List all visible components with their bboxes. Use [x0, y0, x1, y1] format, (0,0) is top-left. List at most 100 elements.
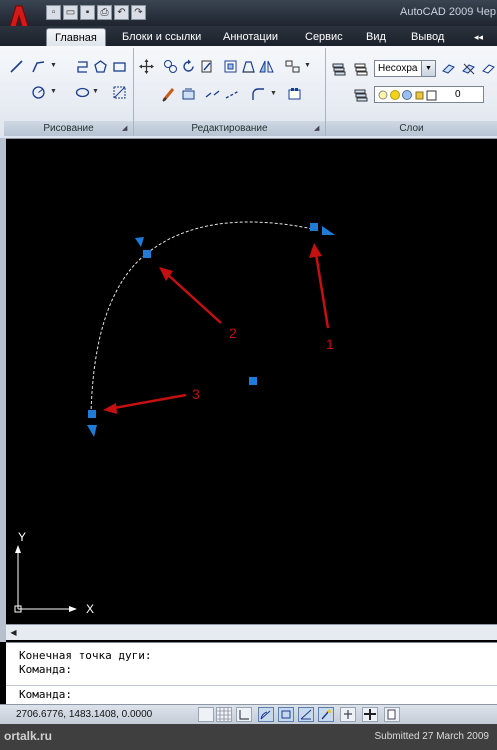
layers-panel-title: Слои	[326, 121, 497, 136]
submission-date: Submitted 27 March 2009	[374, 731, 489, 742]
ucs-icon	[14, 545, 77, 613]
chevron-down-icon[interactable]: ▼	[421, 61, 435, 76]
annotation-arrow-2	[159, 267, 222, 324]
tab-output[interactable]: Вывод	[411, 28, 444, 46]
polyline-icon[interactable]	[30, 58, 47, 75]
scale-icon[interactable]	[222, 58, 239, 75]
dynamic-input-icon[interactable]	[340, 707, 356, 722]
drawing-canvas[interactable]: 1 2 3 Y X	[6, 146, 497, 624]
save-icon[interactable]: ▪	[80, 5, 95, 20]
array-icon[interactable]	[284, 58, 301, 75]
join-icon[interactable]	[224, 86, 241, 103]
arc-grip-midpoint-2[interactable]	[143, 250, 151, 258]
fillet-icon[interactable]	[250, 86, 267, 103]
chevron-down-icon[interactable]: ▼	[50, 86, 57, 98]
current-layer-name: 0	[455, 89, 461, 100]
redo-icon[interactable]: ↷	[131, 5, 146, 20]
panel-expand-icon[interactable]: ◢	[122, 125, 130, 133]
ortho-mode-icon[interactable]	[236, 707, 252, 722]
properties-icon[interactable]	[286, 86, 303, 103]
open-file-icon[interactable]: ▭	[63, 5, 78, 20]
command-window: Конечная точка дуги: Команда: Команда:	[6, 642, 497, 705]
ribbon-tabs: Главная Блоки и ссылки Аннотации Сервис …	[0, 26, 497, 46]
layer-off-icon[interactable]	[460, 60, 477, 77]
arc-grip-endpoint-1[interactable]	[310, 223, 318, 231]
tab-blocks-references[interactable]: Блоки и ссылки	[122, 28, 201, 46]
ucs-x-label: X	[86, 602, 95, 616]
draw-panel: ▼ ▼ ▼ Рисование ◢	[4, 48, 134, 136]
quick-properties-icon[interactable]	[384, 707, 400, 722]
layer-dropdown[interactable]: 0	[374, 86, 484, 103]
explode-icon[interactable]	[180, 86, 197, 103]
break-icon[interactable]	[204, 86, 221, 103]
tab-view[interactable]: Вид	[366, 28, 386, 46]
scroll-left-icon[interactable]: ◀	[8, 627, 19, 638]
new-file-icon[interactable]: ▫	[46, 5, 61, 20]
command-history-line: Команда:	[19, 663, 72, 676]
layer-state-icons	[378, 90, 437, 101]
panel-expand-icon[interactable]: ◢	[314, 125, 322, 133]
layer-freeze-icon[interactable]	[480, 60, 497, 77]
layer-states-icon[interactable]	[352, 60, 369, 77]
lineweight-icon[interactable]	[362, 707, 378, 722]
polygon-icon[interactable]	[92, 58, 109, 75]
annotation-label-2: 2	[229, 325, 237, 341]
layer-state-value: Несохра	[378, 63, 418, 74]
line-icon[interactable]	[8, 58, 25, 75]
command-history-line: Конечная точка дуги:	[19, 649, 152, 662]
chevron-down-icon[interactable]: ▼	[304, 60, 311, 72]
dynamic-ucs-icon[interactable]	[318, 707, 334, 722]
annotation-arrow-1	[309, 243, 330, 329]
layer-walk-icon[interactable]	[352, 86, 369, 103]
title-bar: ▫ ▭ ▪ ⎙ ↶ ↷ AutoCAD 2009 Чер	[0, 0, 497, 42]
ellipse-icon[interactable]	[74, 84, 91, 101]
quick-access-toolbar: ▫ ▭ ▪ ⎙ ↶ ↷	[46, 5, 146, 20]
grid-display-icon[interactable]	[216, 707, 232, 722]
layer-isolate-icon[interactable]	[440, 60, 457, 77]
coordinate-readout: 2706.6776, 1483.1408, 0.0000	[16, 709, 153, 720]
object-snap-icon[interactable]	[278, 707, 294, 722]
annotation-label-1: 1	[326, 336, 334, 352]
layer-state-dropdown[interactable]: Несохра ▼	[374, 60, 436, 77]
arc-center-grip[interactable]	[249, 377, 257, 385]
tab-annotate[interactable]: Аннотации	[223, 28, 278, 46]
grip-direction-arrow[interactable]	[135, 237, 144, 247]
snap-mode-icon[interactable]	[198, 707, 214, 722]
trim-icon[interactable]	[198, 58, 215, 75]
arc-grip-endpoint-3[interactable]	[88, 410, 96, 418]
copy-icon[interactable]	[162, 58, 179, 75]
tab-home[interactable]: Главная	[46, 28, 106, 46]
horizontal-scrollbar[interactable]: ◀	[6, 624, 497, 640]
submission-footer: ortalk.ru Submitted 27 March 2009	[0, 724, 497, 750]
mirror-icon[interactable]	[258, 58, 275, 75]
modify-panel-title: Редактирование	[134, 121, 325, 136]
layer-properties-icon[interactable]	[330, 60, 347, 77]
circle-icon[interactable]	[30, 84, 47, 101]
annotation-label-3: 3	[192, 386, 200, 402]
chevron-down-icon[interactable]: ▼	[50, 60, 57, 72]
chevron-down-icon[interactable]: ▼	[92, 86, 99, 98]
print-icon[interactable]: ⎙	[97, 5, 112, 20]
chevron-down-icon[interactable]: ▼	[270, 88, 277, 100]
rectangle-icon[interactable]	[111, 58, 128, 75]
ribbon-minimize-icon[interactable]: ◂◂	[474, 28, 483, 46]
object-snap-tracking-icon[interactable]	[298, 707, 314, 722]
hatch-icon[interactable]	[111, 84, 128, 101]
grip-direction-arrow[interactable]	[87, 425, 97, 437]
undo-icon[interactable]: ↶	[114, 5, 129, 20]
tab-tools[interactable]: Сервис	[305, 28, 343, 46]
annotation-arrow-3	[103, 393, 187, 414]
site-logo: ortalk.ru	[4, 729, 53, 743]
modify-panel: ▼ ▼ Редактирование ◢	[134, 48, 326, 136]
status-bar: 2706.6776, 1483.1408, 0.0000	[0, 704, 497, 724]
erase-icon[interactable]	[160, 86, 177, 103]
rotate-icon[interactable]	[180, 58, 197, 75]
command-prompt: Команда:	[19, 688, 72, 701]
polyline-path-icon[interactable]	[74, 58, 91, 75]
polar-tracking-icon[interactable]	[258, 707, 274, 722]
grip-direction-arrow[interactable]	[322, 226, 335, 235]
move-icon[interactable]	[138, 58, 155, 75]
draw-panel-title: Рисование	[4, 121, 133, 136]
command-input[interactable]: Команда:	[6, 685, 497, 704]
stretch-icon[interactable]	[240, 58, 257, 75]
